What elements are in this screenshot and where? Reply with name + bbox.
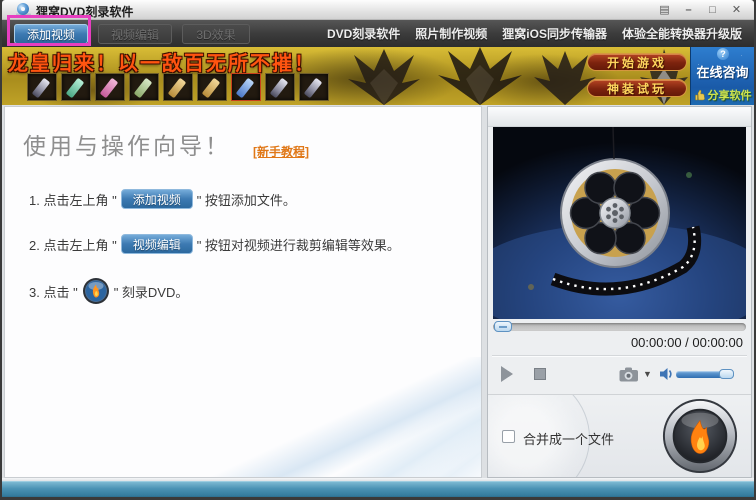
tab-video-edit[interactable]: 视频编辑 bbox=[98, 24, 172, 44]
guide-step-2: 2. 点击左上角 " 视频编辑 " 按钮对视频进行裁剪编辑等效果。 bbox=[29, 234, 400, 254]
tab-bar: 添加视频 视频编辑 3D效果 DVD刻录软件 照片制作视频 狸窝iOS同步传输器… bbox=[2, 20, 754, 47]
merge-checkbox-label: 合并成一个文件 bbox=[523, 432, 615, 447]
weapon-item-icon bbox=[299, 73, 329, 101]
weapon-item-icon bbox=[163, 73, 193, 101]
weapon-item-icon bbox=[61, 73, 91, 101]
volume-thumb[interactable] bbox=[719, 369, 734, 379]
game-character-art bbox=[438, 47, 522, 105]
menu-link-ios-transfer[interactable]: 狸窝iOS同步传输器 bbox=[502, 25, 607, 42]
add-video-button-illustration: 添加视频 bbox=[120, 189, 193, 209]
weapon-item-icon bbox=[95, 73, 125, 101]
start-game-button[interactable]: 开始游戏 bbox=[587, 53, 687, 71]
player-controls: ▼ bbox=[488, 357, 751, 393]
banner-headline: 龙皇归来！以一敌百无所不摧！ bbox=[8, 53, 316, 75]
consult-panel: ? 在线咨询 分享软件 bbox=[690, 47, 754, 105]
app-window: 狸窝DVD刻录软件 ▤ – □ ✕ 添加视频 视频编辑 3D效果 DVD刻录软件… bbox=[0, 0, 756, 500]
burn-dvd-button[interactable] bbox=[661, 397, 739, 475]
maximize-button[interactable]: □ bbox=[705, 2, 720, 17]
burn-button-illustration-icon bbox=[82, 278, 109, 304]
weapon-item-icon bbox=[265, 73, 295, 101]
weapon-item-icon bbox=[197, 73, 227, 101]
preview-panel: 00:00:00 / 00:00:00 ▼ 合并成一个文件 bbox=[487, 106, 752, 478]
share-software-link[interactable]: 分享软件 bbox=[691, 87, 754, 103]
seek-thumb[interactable] bbox=[494, 321, 512, 332]
ad-banner[interactable]: 龙皇归来！以一敌百无所不摧！ 开始游戏 神装试玩 ? 在线咨询 分享软件 bbox=[2, 47, 754, 105]
snapshot-dropdown-icon[interactable]: ▼ bbox=[643, 369, 652, 379]
app-disc-icon bbox=[16, 3, 31, 17]
tab-3d-effect[interactable]: 3D效果 bbox=[182, 24, 250, 44]
merge-checkbox[interactable] bbox=[502, 430, 515, 443]
volume-slider[interactable] bbox=[676, 369, 734, 379]
workspace: 使用与操作向导！ [新手教程] 1. 点击左上角 " 添加视频 " 按钮添加文件… bbox=[2, 105, 754, 480]
menu-link-dvd-burner[interactable]: DVD刻录软件 bbox=[327, 25, 400, 42]
guide-area: 使用与操作向导！ [新手教程] 1. 点击左上角 " 添加视频 " 按钮添加文件… bbox=[4, 106, 482, 478]
stop-button[interactable] bbox=[534, 368, 546, 380]
title-bar: 狸窝DVD刻录软件 ▤ – □ ✕ bbox=[2, 0, 754, 20]
window-title: 狸窝DVD刻录软件 bbox=[36, 5, 134, 19]
menu-link-photo-video[interactable]: 照片制作视频 bbox=[415, 25, 487, 42]
video-preview bbox=[493, 127, 746, 319]
panel-header bbox=[488, 107, 751, 127]
tab-add-video[interactable]: 添加视频 bbox=[14, 24, 88, 44]
weapon-item-icon bbox=[27, 73, 57, 101]
time-display: 00:00:00 / 00:00:00 bbox=[630, 335, 743, 350]
seek-slider[interactable] bbox=[493, 321, 746, 332]
snapshot-camera-button[interactable] bbox=[619, 367, 639, 382]
play-button[interactable] bbox=[501, 366, 513, 382]
banner-item-row bbox=[27, 73, 329, 101]
burn-section: 合并成一个文件 bbox=[488, 394, 751, 477]
video-edit-button-illustration: 视频编辑 bbox=[120, 234, 193, 254]
menu-link-converter-upgrade[interactable]: 体验全能转换器升级版 bbox=[622, 25, 742, 42]
window-menu-button[interactable]: ▤ bbox=[657, 2, 672, 17]
weapon-item-icon bbox=[129, 73, 159, 101]
volume-speaker-icon[interactable] bbox=[659, 367, 674, 381]
game-character-art bbox=[348, 49, 420, 105]
top-menu: DVD刻录软件 照片制作视频 狸窝iOS同步传输器 体验全能转换器升级版 bbox=[327, 20, 742, 47]
weapon-item-icon bbox=[231, 73, 261, 101]
tutorial-link[interactable]: [新手教程] bbox=[253, 143, 309, 160]
help-icon[interactable]: ? bbox=[717, 48, 729, 60]
guide-title: 使用与操作向导！ bbox=[23, 133, 231, 159]
trial-play-button[interactable]: 神装试玩 bbox=[587, 79, 687, 97]
online-consult-link[interactable]: 在线咨询 bbox=[691, 62, 754, 81]
close-button[interactable]: ✕ bbox=[729, 2, 744, 17]
guide-step-3: 3. 点击 " " 刻录DVD。 bbox=[29, 277, 188, 305]
status-bar bbox=[2, 478, 754, 497]
guide-step-1: 1. 点击左上角 " 添加视频 " 按钮添加文件。 bbox=[29, 189, 296, 209]
thumbs-up-icon bbox=[694, 89, 705, 101]
minimize-button[interactable]: – bbox=[681, 2, 696, 17]
